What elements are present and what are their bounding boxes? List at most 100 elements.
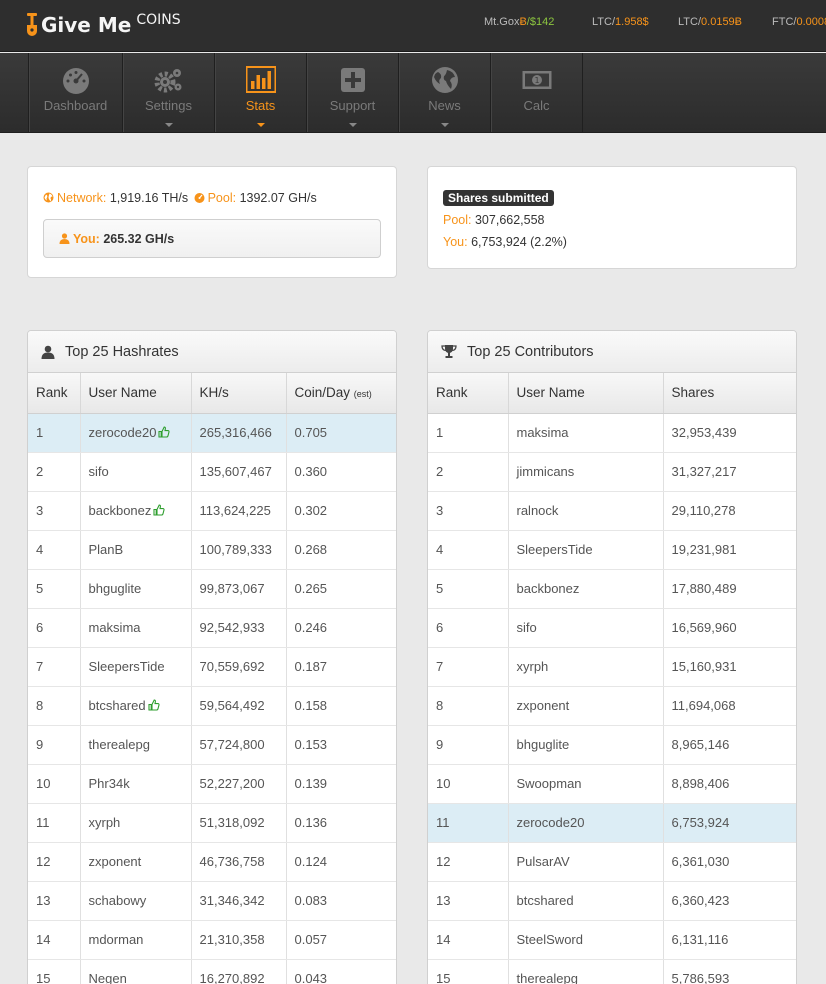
username-cell[interactable]: mdorman [80, 920, 192, 960]
username-cell[interactable]: Negen [80, 959, 192, 984]
col-shares[interactable]: Shares [663, 373, 796, 414]
table-row: 15 therealepg 5,786,593 [428, 959, 796, 984]
rank-cell: 7 [428, 647, 509, 687]
username-cell[interactable]: ralnock [508, 491, 664, 531]
rank-cell: 15 [28, 959, 81, 984]
shares-cell: 5,786,593 [663, 959, 796, 984]
username-cell[interactable]: therealepg [508, 959, 664, 984]
col-username[interactable]: User Name [508, 373, 664, 414]
khs-cell: 51,318,092 [191, 803, 287, 843]
username: mdorman [88, 932, 144, 947]
khs-cell: 100,789,333 [191, 530, 287, 570]
chevron-down-icon [164, 123, 173, 127]
rank-cell: 8 [28, 686, 81, 726]
table-row: 8 btcshared 59,564,492 0.158 [28, 686, 396, 726]
username-cell[interactable]: backbonez [508, 569, 664, 609]
username-cell[interactable]: zxponent [508, 686, 664, 726]
username-cell[interactable]: btcshared [508, 881, 664, 921]
khs-cell: 31,346,342 [191, 881, 287, 921]
username-cell[interactable]: backbonez [80, 491, 192, 531]
nav-dashboard[interactable]: Dashboard [29, 53, 123, 132]
main-nav: Dashboard Settings Stats Support News 1 … [0, 53, 826, 133]
top-hashrates-panel: Top 25 Hashrates Rank User Name KH/s Coi… [27, 330, 397, 984]
ticker-ltc-usd: LTC/1.958$ [592, 16, 649, 28]
shares-cell: 17,880,489 [663, 569, 796, 609]
username-cell[interactable]: SleepersTide [508, 530, 664, 570]
username-cell[interactable]: zerocode20 [80, 413, 192, 453]
user-icon [41, 345, 55, 359]
rank-cell: 1 [428, 413, 509, 453]
username-cell[interactable]: Swoopman [508, 764, 664, 804]
username-cell[interactable]: maksima [508, 413, 664, 453]
table-row: 5 backbonez 17,880,489 [428, 569, 796, 609]
nav-stats[interactable]: Stats [215, 53, 307, 132]
username-cell[interactable]: sifo [80, 452, 192, 492]
username: maksima [88, 620, 141, 635]
rank-cell: 14 [428, 920, 509, 960]
username-cell[interactable]: SleepersTide [80, 647, 192, 687]
username-cell[interactable]: schabowy [80, 881, 192, 921]
brand-logo[interactable]: Give Me COINS [26, 10, 181, 40]
table-row: 7 xyrph 15,160,931 [428, 647, 796, 687]
panel-header: Top 25 Hashrates [28, 331, 396, 373]
username-cell[interactable]: PlanB [80, 530, 192, 570]
username-cell[interactable]: Phr34k [80, 764, 192, 804]
nav-label: Dashboard [43, 98, 108, 113]
table-row: 9 therealepg 57,724,800 0.153 [28, 725, 396, 765]
table-row: 3 backbonez 113,624,225 0.302 [28, 491, 396, 531]
col-coin-day[interactable]: Coin/Day (est) [286, 373, 396, 414]
thumbs-up-icon [158, 426, 171, 438]
shares-cell: 8,898,406 [663, 764, 796, 804]
user-icon [59, 233, 70, 244]
username-cell[interactable]: therealepg [80, 725, 192, 765]
speedometer-icon [194, 193, 205, 203]
col-username[interactable]: User Name [80, 373, 192, 414]
globe-icon [431, 67, 458, 93]
username-cell[interactable]: zerocode20 [508, 803, 664, 843]
username-cell[interactable]: SteelSword [508, 920, 664, 960]
table-row: 14 mdorman 21,310,358 0.057 [28, 920, 396, 960]
rank-cell: 13 [428, 881, 509, 921]
table-row: 7 SleepersTide 70,559,692 0.187 [28, 647, 396, 687]
username-cell[interactable]: zxponent [80, 842, 192, 882]
username-cell[interactable]: PulsarAV [508, 842, 664, 882]
username: zerocode20 [88, 425, 157, 440]
nav-support[interactable]: Support [307, 53, 399, 132]
rank-cell: 3 [428, 491, 509, 531]
username-cell[interactable]: btcshared [80, 686, 192, 726]
ticker-mtgox: Mt.GoxɃ/$142 [484, 16, 555, 28]
table-row: 8 zxponent 11,694,068 [428, 686, 796, 726]
coin-day-cell: 0.265 [286, 569, 396, 609]
username: sifo [88, 464, 109, 479]
rank-cell: 12 [28, 842, 81, 882]
username-cell[interactable]: sifo [508, 608, 664, 648]
username-cell[interactable]: jimmicans [508, 452, 664, 492]
table-row: 15 Negen 16,270,892 0.043 [28, 959, 396, 984]
khs-cell: 59,564,492 [191, 686, 287, 726]
username-cell[interactable]: xyrph [508, 647, 664, 687]
svg-text:1: 1 [534, 76, 539, 85]
thumbs-up-icon [153, 504, 165, 516]
col-rank[interactable]: Rank [428, 373, 509, 414]
coin-day-cell: 0.705 [286, 413, 396, 453]
coin-day-cell: 0.187 [286, 647, 396, 687]
top-bar: Give Me COINS Mt.GoxɃ/$142 LTC/1.958$ LT… [0, 0, 826, 52]
table-row: 2 jimmicans 31,327,217 [428, 452, 796, 492]
username-cell[interactable]: maksima [80, 608, 192, 648]
khs-cell: 135,607,467 [191, 452, 287, 492]
col-rank[interactable]: Rank [28, 373, 81, 414]
hashrate-summary: Network: 1,919.16 TH/s Pool: 1392.07 GH/… [27, 166, 397, 278]
table-row: 5 bhguglite 99,873,067 0.265 [28, 569, 396, 609]
khs-cell: 57,724,800 [191, 725, 287, 765]
username-cell[interactable]: xyrph [80, 803, 192, 843]
username: Phr34k [88, 776, 130, 791]
nav-settings[interactable]: Settings [123, 53, 215, 132]
username-cell[interactable]: bhguglite [80, 569, 192, 609]
username: btcshared [88, 698, 146, 713]
nav-calc[interactable]: 1 Calc [491, 53, 583, 132]
nav-news[interactable]: News [399, 53, 491, 132]
khs-cell: 99,873,067 [191, 569, 287, 609]
rank-cell: 13 [28, 881, 81, 921]
username-cell[interactable]: bhguglite [508, 725, 664, 765]
col-khs[interactable]: KH/s [191, 373, 287, 414]
